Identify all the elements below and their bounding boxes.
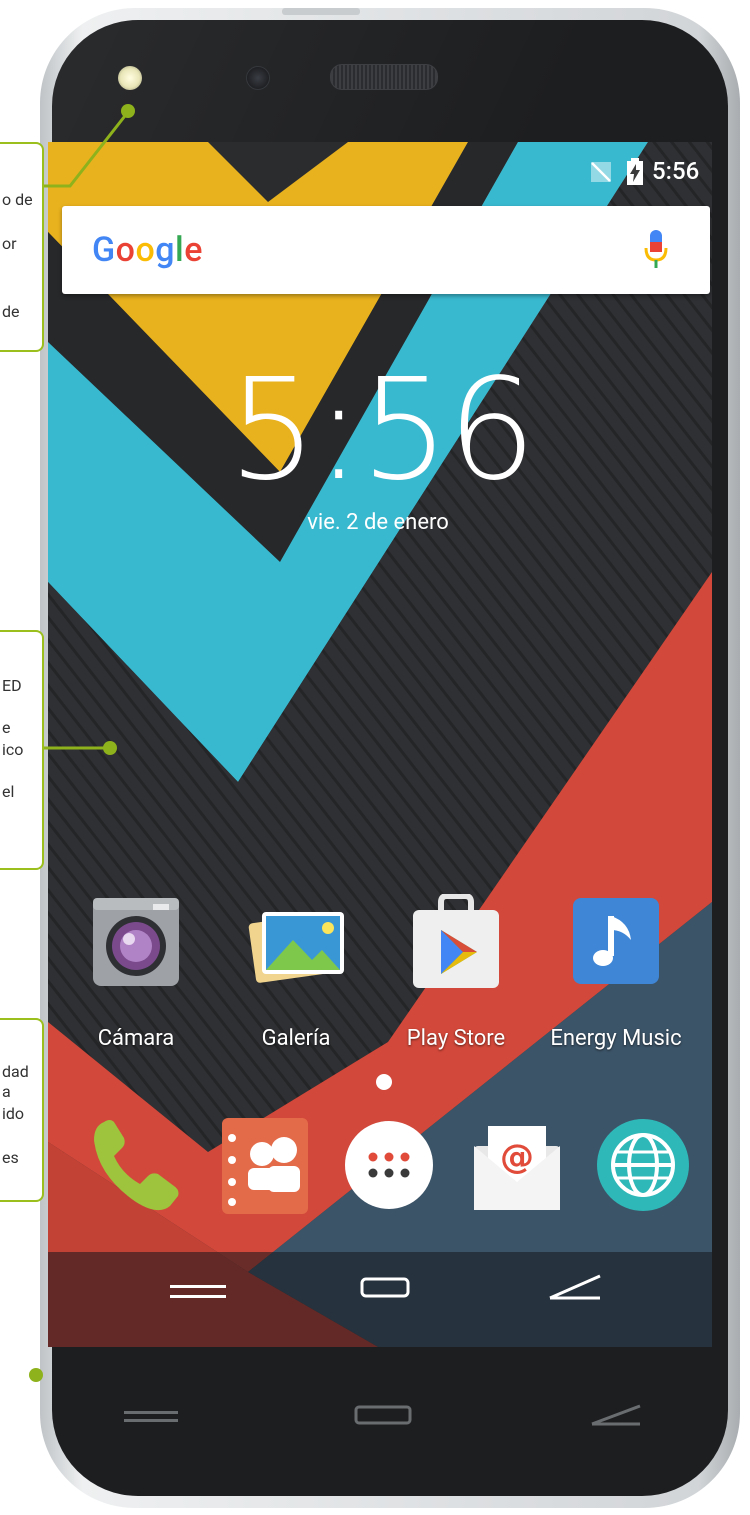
- callout-anchor-dot: [29, 1368, 43, 1382]
- callout-text: or: [2, 234, 17, 253]
- callout-text: ico: [2, 740, 24, 759]
- callout-text: dad: [2, 1062, 29, 1081]
- callout-text: el: [2, 782, 15, 801]
- callout-text: a: [2, 1082, 11, 1101]
- callout-anchor-dot: [103, 741, 117, 755]
- callout-text: de: [2, 302, 20, 321]
- callout-box-top: o de or de: [0, 142, 44, 352]
- callout-text: o de: [2, 190, 33, 209]
- callout-text: es: [2, 1148, 19, 1167]
- callout-anchor-dot: [121, 104, 135, 118]
- callout-box-middle: ED e ico el: [0, 630, 44, 870]
- callout-leader-lines: [42, 111, 130, 750]
- callout-text: e: [2, 718, 11, 737]
- callout-text: ED: [2, 676, 22, 695]
- callout-text: ido: [2, 1104, 25, 1123]
- callout-box-bottom: dad a ido es: [0, 1018, 44, 1202]
